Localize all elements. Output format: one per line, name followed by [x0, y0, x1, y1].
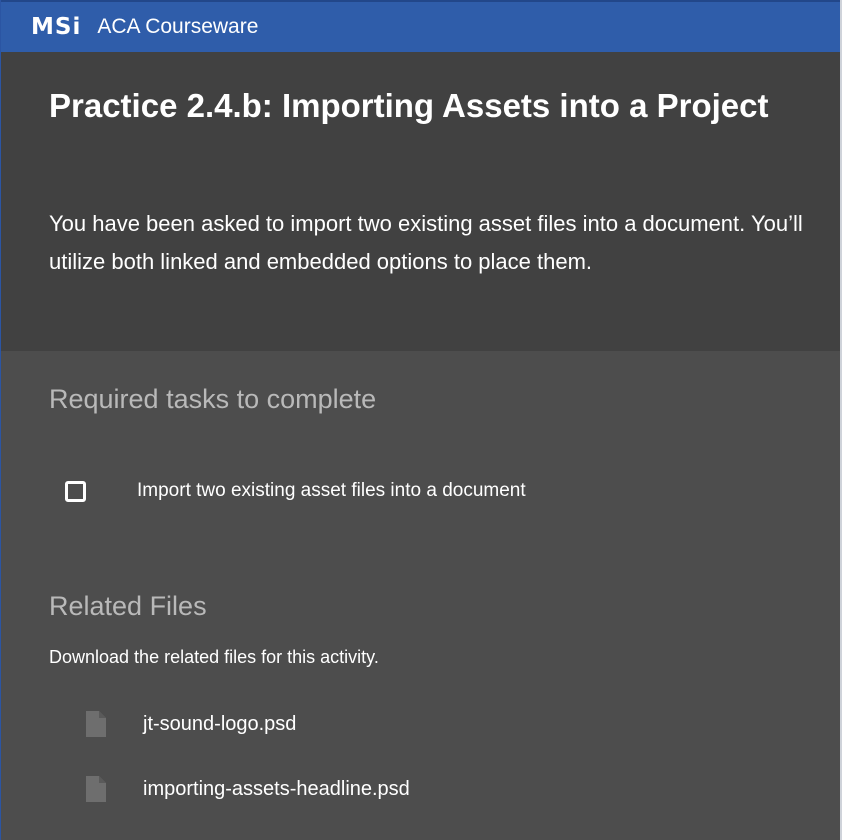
activity-description: You have been asked to import two existi…: [49, 211, 803, 274]
file-name: importing-assets-headline.psd: [143, 777, 410, 800]
msi-logo: MSi: [31, 14, 82, 40]
file-name: jt-sound-logo.psd: [143, 712, 297, 735]
task-item[interactable]: Import two existing asset files into a d…: [65, 480, 526, 502]
related-files-heading: Related Files: [49, 591, 207, 621]
file-icon: [86, 776, 106, 802]
task-label: Import two existing asset files into a d…: [137, 480, 526, 501]
related-files-subheading: Download the related files for this acti…: [49, 647, 379, 667]
task-checkbox[interactable]: [65, 480, 86, 502]
required-tasks-heading: Required tasks to complete: [49, 384, 377, 414]
file-icon: [86, 711, 106, 737]
activity-header: Practice 2.4.b: Importing Assets into a …: [1, 52, 840, 351]
related-file-link[interactable]: jt-sound-logo.psd: [86, 711, 296, 737]
top-bar: MSi ACA Courseware: [1, 0, 840, 52]
app-title: ACA Courseware: [97, 15, 259, 38]
activity-content: Required tasks to complete Import two ex…: [1, 351, 840, 840]
activity-window: MSi ACA Courseware Practice 2.4.b: Impor…: [0, 0, 842, 840]
activity-title: Practice 2.4.b: Importing Assets into a …: [49, 87, 769, 124]
related-file-link[interactable]: importing-assets-headline.psd: [86, 776, 410, 802]
